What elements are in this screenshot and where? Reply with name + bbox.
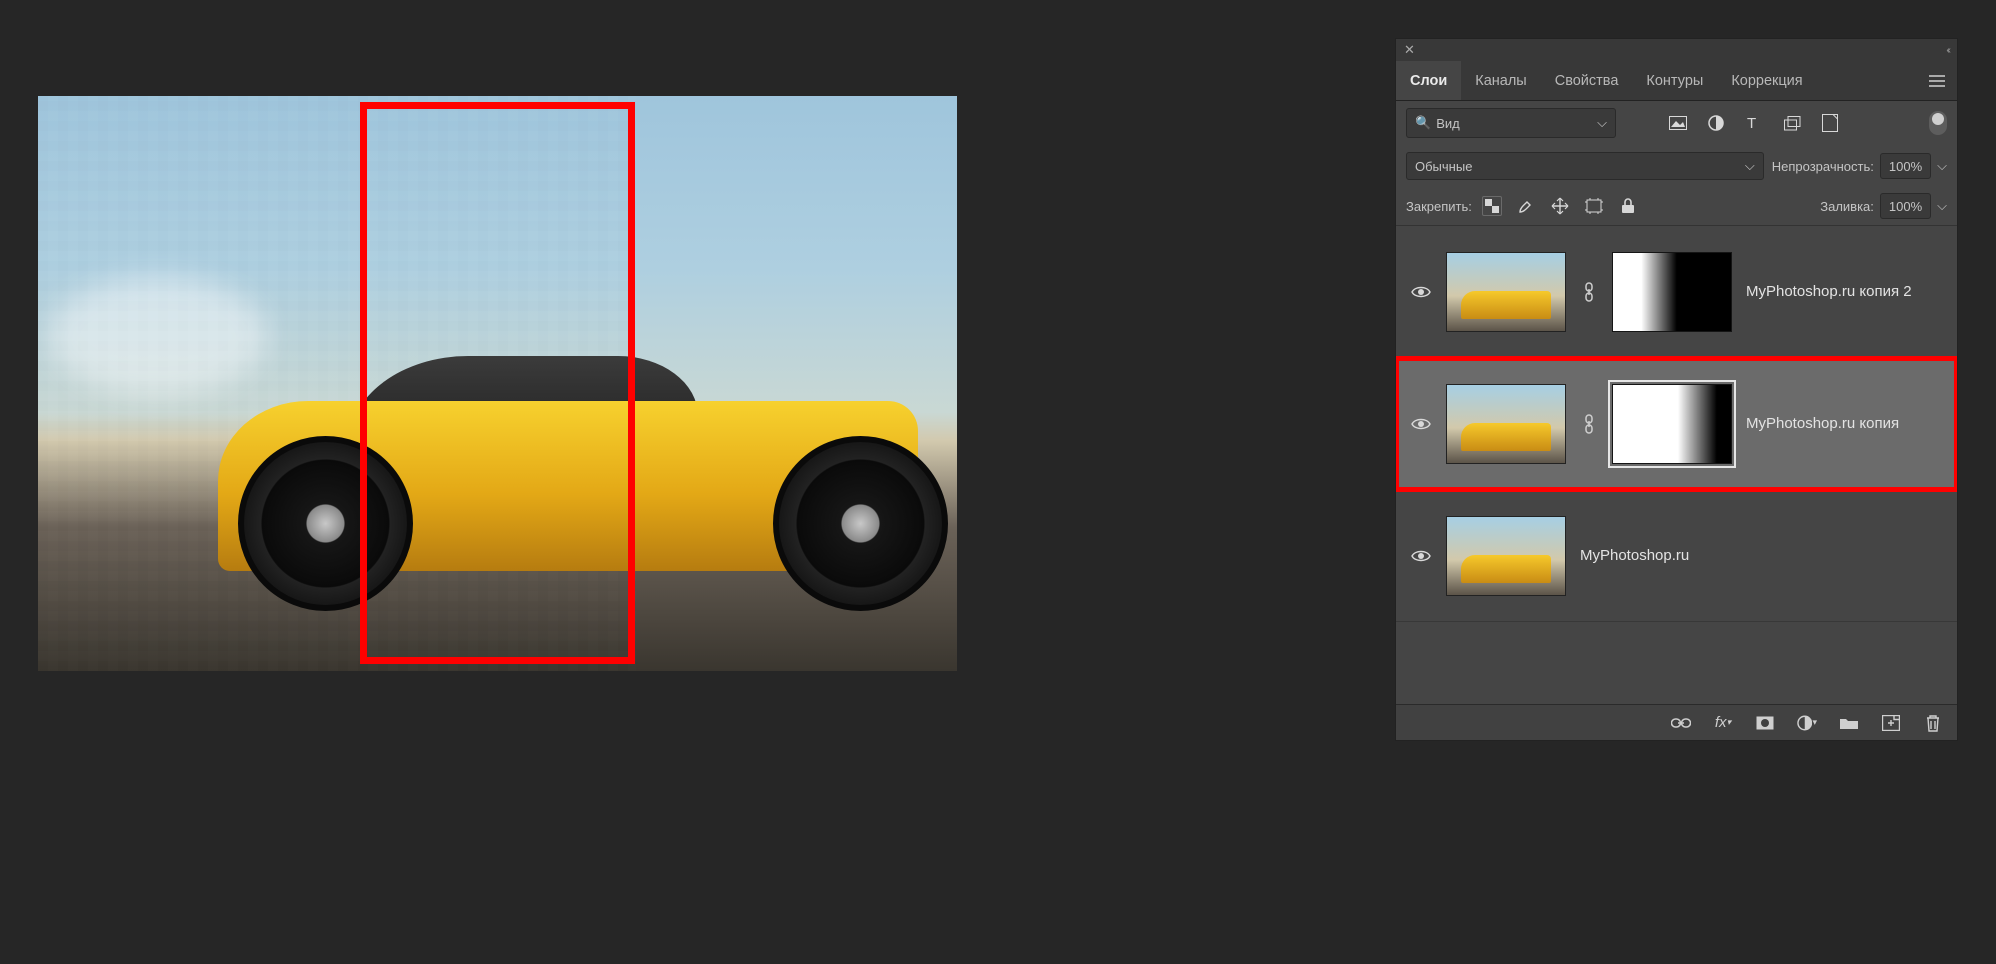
opacity-value: 100% <box>1889 159 1922 174</box>
layers-list: MyPhotoshop.ru копия 2 MyPhotoshop.ru ко… <box>1396 226 1957 704</box>
link-layers-icon[interactable] <box>1671 713 1691 733</box>
blend-mode-dropdown[interactable]: Обычные ⌵ <box>1406 152 1764 180</box>
tab-layers[interactable]: Слои <box>1396 61 1461 100</box>
fill-label: Заливка: <box>1820 199 1874 214</box>
mask-link-icon[interactable] <box>1580 414 1598 434</box>
opacity-group: Непрозрачность: 100% ⌵ <box>1772 153 1947 179</box>
new-adjustment-icon[interactable]: ▾ <box>1797 713 1817 733</box>
lock-artboard-icon[interactable] <box>1584 196 1604 216</box>
opacity-label: Непрозрачность: <box>1772 159 1874 174</box>
layer-row[interactable]: MyPhotoshop.ru копия <box>1396 358 1957 490</box>
lock-all-icon[interactable] <box>1618 196 1638 216</box>
layer-kind-label: Вид <box>1436 116 1460 131</box>
opacity-input[interactable]: 100% <box>1880 153 1931 179</box>
canvas-area <box>38 38 957 926</box>
layer-name[interactable]: MyPhotoshop.ru копия <box>1746 415 1899 432</box>
layer-mask-thumbnail[interactable] <box>1612 384 1732 464</box>
filter-smartobject-icon[interactable] <box>1820 113 1840 133</box>
chevron-down-icon[interactable]: ⌵ <box>1937 158 1947 174</box>
delete-layer-icon[interactable] <box>1923 713 1943 733</box>
search-icon: 🔍 <box>1415 115 1431 131</box>
filter-pixel-icon[interactable] <box>1668 113 1688 133</box>
new-layer-icon[interactable] <box>1881 713 1901 733</box>
fill-input[interactable]: 100% <box>1880 193 1931 219</box>
tab-adjustments[interactable]: Коррекция <box>1717 61 1816 100</box>
fill-value: 100% <box>1889 199 1922 214</box>
svg-text:T: T <box>1747 115 1756 131</box>
filter-type-icon[interactable]: T <box>1744 113 1764 133</box>
filter-adjustment-icon[interactable] <box>1706 113 1726 133</box>
blend-row: Обычные ⌵ Непрозрачность: 100% ⌵ <box>1396 145 1957 187</box>
fx-icon[interactable]: fx▾ <box>1713 713 1733 733</box>
canvas-highlight-rectangle <box>360 102 635 664</box>
new-group-icon[interactable] <box>1839 713 1859 733</box>
panel-titlebar: ✕ ‹‹ <box>1396 39 1957 61</box>
layer-thumbnail[interactable] <box>1446 384 1566 464</box>
visibility-icon[interactable] <box>1410 413 1432 435</box>
layer-name[interactable]: MyPhotoshop.ru копия 2 <box>1746 283 1912 300</box>
panel-menu-icon[interactable] <box>1917 75 1957 87</box>
layer-kind-dropdown[interactable]: 🔍 Вид ⌵ <box>1406 108 1616 138</box>
lock-position-icon[interactable] <box>1550 196 1570 216</box>
blend-mode-value: Обычные <box>1415 159 1472 174</box>
filter-toggle[interactable] <box>1929 111 1947 135</box>
layer-name[interactable]: MyPhotoshop.ru <box>1580 547 1689 564</box>
chevron-down-icon[interactable]: ⌵ <box>1937 198 1947 214</box>
lock-row: Закрепить: Заливка: 100% ⌵ <box>1396 187 1957 226</box>
layer-thumbnail[interactable] <box>1446 252 1566 332</box>
visibility-icon[interactable] <box>1410 545 1432 567</box>
close-icon[interactable]: ✕ <box>1404 42 1415 58</box>
filter-icons: T <box>1668 113 1840 133</box>
chevron-down-icon: ⌵ <box>1597 115 1607 131</box>
mask-link-icon[interactable] <box>1580 282 1598 302</box>
tab-channels[interactable]: Каналы <box>1461 61 1540 100</box>
layer-mask-thumbnail[interactable] <box>1612 252 1732 332</box>
layer-thumbnail[interactable] <box>1446 516 1566 596</box>
filter-shape-icon[interactable] <box>1782 113 1802 133</box>
chevron-down-icon: ⌵ <box>1745 158 1755 174</box>
add-mask-icon[interactable] <box>1755 713 1775 733</box>
canvas-wheel-front <box>773 436 948 611</box>
layer-row[interactable]: MyPhotoshop.ru копия 2 <box>1396 226 1957 358</box>
lock-transparent-icon[interactable] <box>1482 196 1502 216</box>
filter-row: 🔍 Вид ⌵ T <box>1396 101 1957 145</box>
tab-properties[interactable]: Свойства <box>1541 61 1633 100</box>
lock-label: Закрепить: <box>1406 199 1472 214</box>
lock-paint-icon[interactable] <box>1516 196 1536 216</box>
panel-tabs: Слои Каналы Свойства Контуры Коррекция <box>1396 61 1957 101</box>
tab-paths[interactable]: Контуры <box>1632 61 1717 100</box>
collapse-icon[interactable]: ‹‹ <box>1946 45 1949 56</box>
lock-icons <box>1482 196 1638 216</box>
fill-group: Заливка: 100% ⌵ <box>1820 193 1947 219</box>
visibility-icon[interactable] <box>1410 281 1432 303</box>
layers-panel: ✕ ‹‹ Слои Каналы Свойства Контуры Коррек… <box>1395 38 1958 741</box>
document-canvas[interactable] <box>38 96 957 671</box>
panel-footer: fx▾ ▾ <box>1396 704 1957 740</box>
app-root: ✕ ‹‹ Слои Каналы Свойства Контуры Коррек… <box>0 0 1996 964</box>
layer-row[interactable]: MyPhotoshop.ru <box>1396 490 1957 622</box>
